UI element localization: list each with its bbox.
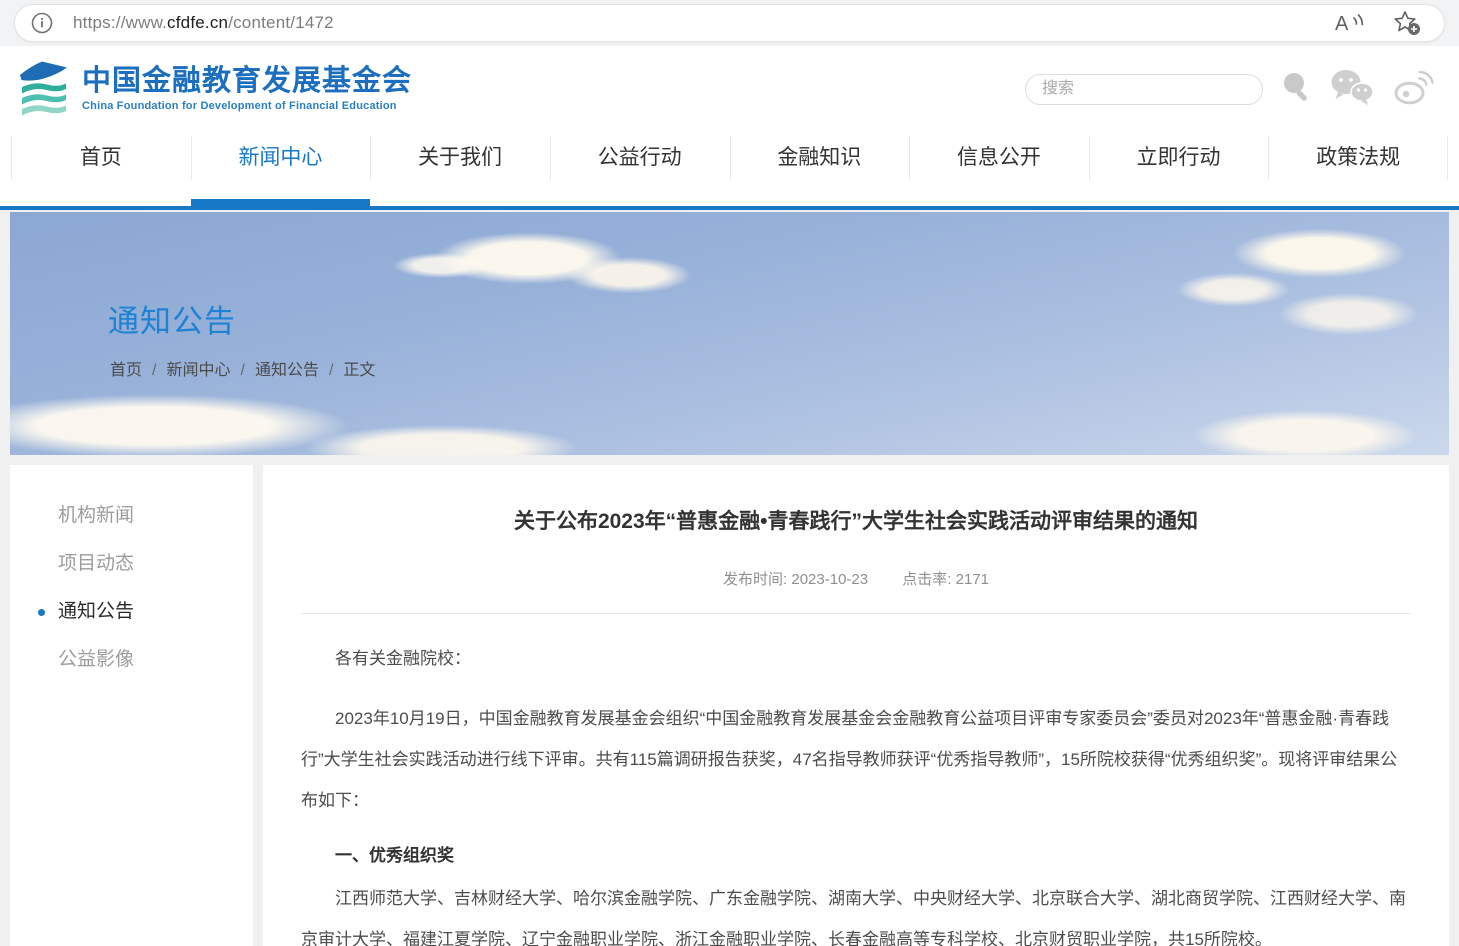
svg-text:A: A [1335, 13, 1349, 35]
article-meta: 发布时间: 2023-10-23 点击率: 2171 [301, 568, 1411, 589]
article-title: 关于公布2023年“普惠金融•青春践行”大学生社会实践活动评审结果的通知 [301, 505, 1411, 535]
sidebar-item-notices[interactable]: 通知公告 [10, 588, 253, 636]
nav-item-information-disclosure[interactable]: 信息公开 [909, 132, 1089, 206]
search-icon[interactable] [1281, 71, 1311, 108]
nav-item-policies[interactable]: 政策法规 [1268, 132, 1448, 206]
weibo-icon[interactable] [1393, 69, 1435, 110]
site-subtitle: China Foundation for Development of Fina… [82, 100, 412, 112]
meta-divider [301, 613, 1411, 614]
sidebar-item-charity-images[interactable]: 公益影像 [10, 636, 253, 684]
address-bar[interactable]: https://www.cfdfe.cn/content/1472 A [14, 4, 1445, 42]
article-salutation: 各有关金融院校： [301, 638, 1411, 679]
nav-item-about-us[interactable]: 关于我们 [370, 132, 550, 206]
active-bullet-icon [38, 609, 45, 616]
url-text[interactable]: https://www.cfdfe.cn/content/1472 [73, 13, 334, 33]
article-panel: 关于公布2023年“普惠金融•青春践行”大学生社会实践活动评审结果的通知 发布时… [263, 465, 1449, 946]
banner-title: 通知公告 [108, 296, 236, 341]
main-navigation: 首页 新闻中心 关于我们 公益行动 金融知识 信息公开 立即行动 政策法规 [0, 132, 1459, 206]
sidebar-item-org-news[interactable]: 机构新闻 [10, 492, 253, 540]
search-input[interactable] [1025, 74, 1263, 105]
section-heading-award: 一、优秀组织奖 [301, 835, 1411, 876]
page-banner: 通知公告 首页 / 新闻中心 / 通知公告 / 正文 [10, 212, 1449, 455]
sidebar-item-project-updates[interactable]: 项目动态 [10, 540, 253, 588]
wechat-icon[interactable] [1329, 68, 1375, 111]
breadcrumb-current[interactable]: 正文 [343, 362, 375, 379]
site-logo[interactable]: 中国金融教育发展基金会 China Foundation for Develop… [14, 56, 412, 123]
breadcrumb-news-center[interactable]: 新闻中心 [166, 362, 230, 379]
hits-value: 2171 [956, 571, 989, 588]
nav-item-act-now[interactable]: 立即行动 [1089, 132, 1269, 206]
breadcrumb-home[interactable]: 首页 [110, 362, 142, 379]
breadcrumb-notices[interactable]: 通知公告 [255, 362, 319, 379]
nav-item-charity-action[interactable]: 公益行动 [550, 132, 730, 206]
breadcrumb-separator: / [152, 362, 156, 379]
breadcrumb-separator: / [240, 362, 244, 379]
publish-time-value: 2023-10-23 [791, 571, 868, 588]
sidebar: 机构新闻 项目动态 通知公告 公益影像 [10, 465, 253, 946]
hits-label: 点击率: [902, 571, 951, 588]
add-favorite-star-icon[interactable] [1392, 9, 1422, 37]
site-title: 中国金融教育发展基金会 [82, 66, 412, 96]
content-area: 机构新闻 项目动态 通知公告 公益影像 关于公布2023年“普惠金融•青春践行”… [0, 455, 1459, 946]
publish-time-label: 发布时间: [723, 571, 787, 588]
active-nav-underline [191, 199, 371, 206]
nav-item-news-center[interactable]: 新闻中心 [191, 132, 371, 206]
breadcrumb: 首页 / 新闻中心 / 通知公告 / 正文 [110, 356, 375, 380]
browser-toolbar: https://www.cfdfe.cn/content/1472 A [0, 0, 1459, 46]
read-aloud-icon[interactable]: A [1334, 10, 1366, 36]
article-paragraph: 2023年10月19日，中国金融教育发展基金会组织“中国金融教育发展基金会金融教… [301, 698, 1411, 821]
nav-item-home[interactable]: 首页 [11, 132, 191, 206]
logo-icon [14, 56, 72, 123]
article-paragraph-winners: 江西师范大学、吉林财经大学、哈尔滨金融学院、广东金融学院、湖南大学、中央财经大学… [301, 878, 1411, 946]
nav-item-financial-knowledge[interactable]: 金融知识 [730, 132, 910, 206]
article-body: 各有关金融院校： 2023年10月19日，中国金融教育发展基金会组织“中国金融教… [301, 638, 1411, 946]
breadcrumb-separator: / [329, 362, 333, 379]
site-info-icon[interactable] [29, 10, 55, 36]
site-header: 中国金融教育发展基金会 China Foundation for Develop… [0, 46, 1459, 210]
